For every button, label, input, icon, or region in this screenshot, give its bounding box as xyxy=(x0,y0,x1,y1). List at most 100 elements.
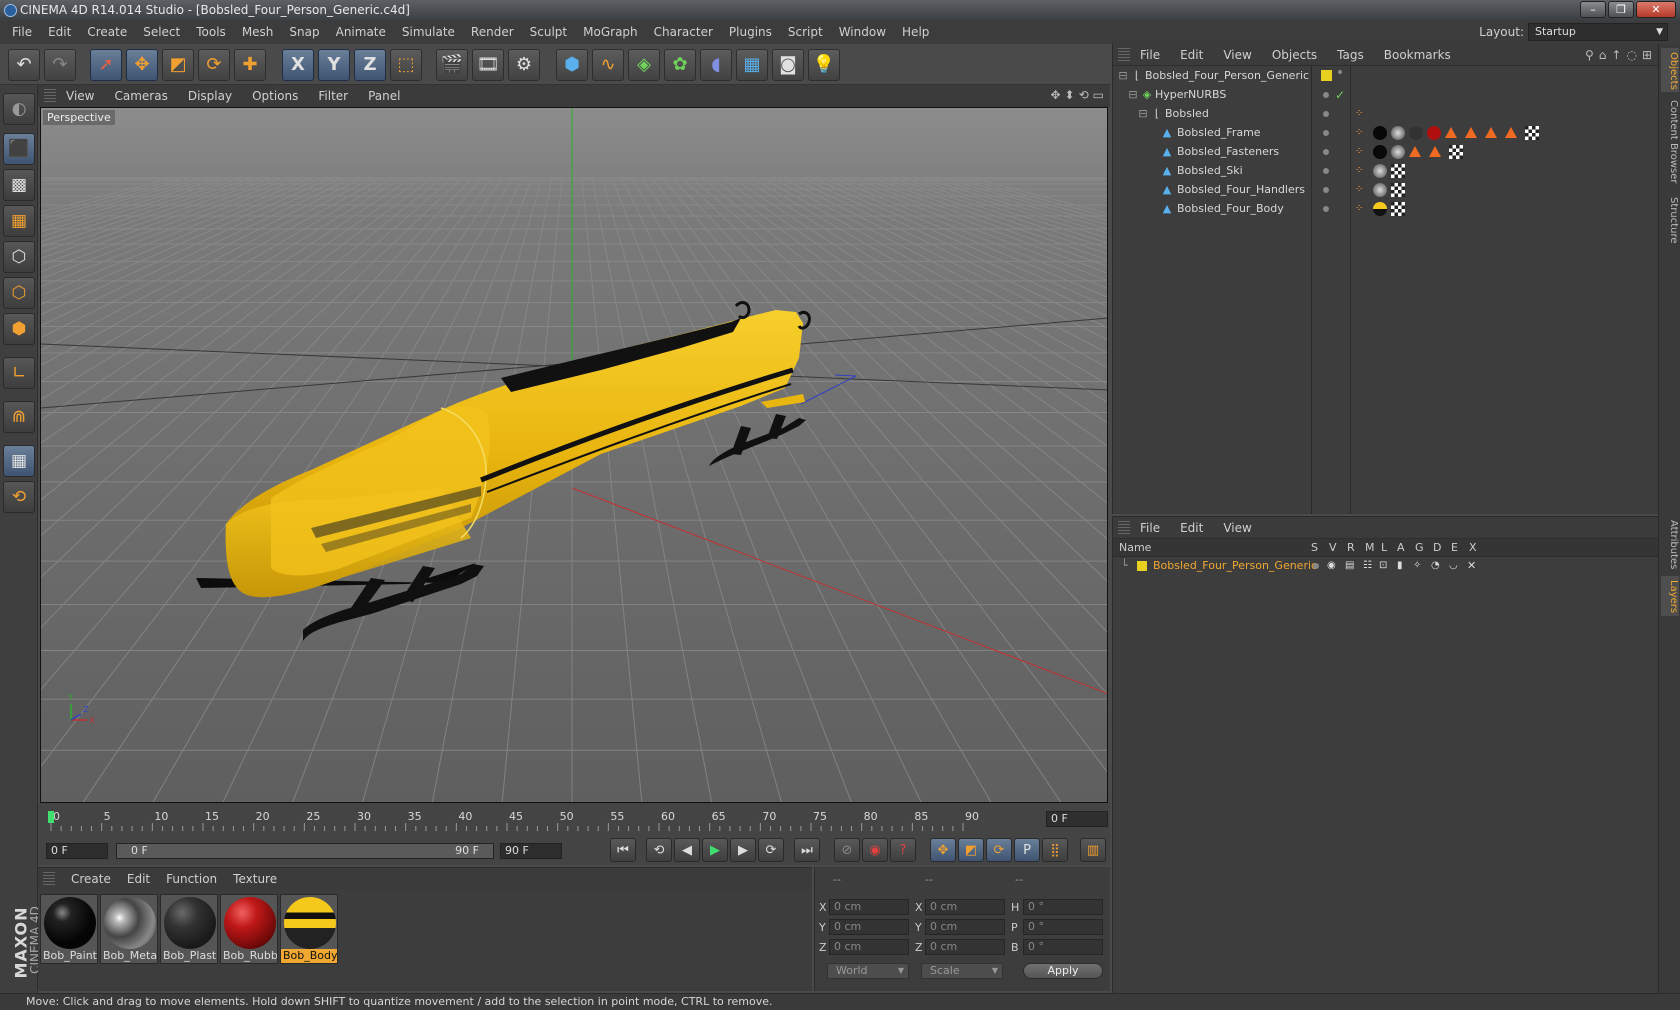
live-selection-button[interactable]: ➚ xyxy=(90,49,122,81)
coordinate-space-dropdown[interactable]: World ▼ xyxy=(827,963,909,979)
planar-workplane-button[interactable]: ⟲ xyxy=(3,481,35,513)
next-frame-button[interactable]: ▶ xyxy=(730,838,756,862)
material-swatch-bob-metal[interactable]: Bob_Metal xyxy=(100,894,158,964)
column-locked[interactable]: L xyxy=(1381,539,1387,557)
manager-tree-icon[interactable]: ☷ xyxy=(1363,557,1372,575)
viewport-menu-view[interactable]: View xyxy=(56,89,104,103)
rotation-b-field[interactable]: 0 ° xyxy=(1023,939,1103,955)
visibility-dot[interactable] xyxy=(1338,70,1342,74)
render-view-button[interactable]: 🎬 xyxy=(436,49,468,81)
viewport-menu-panel[interactable]: Panel xyxy=(358,89,410,103)
column-animation[interactable]: A xyxy=(1397,539,1405,557)
menu-window[interactable]: Window xyxy=(831,21,894,44)
view-eye-icon[interactable]: ◉ xyxy=(1327,557,1336,575)
timeline[interactable]: 0 5 10 15 20 25 30 35 40 45 50 55 60 65 70 75 80 85 90 0 F xyxy=(38,803,1110,837)
menu-mesh[interactable]: Mesh xyxy=(234,21,282,44)
visibility-dot[interactable] xyxy=(1323,206,1329,212)
perspective-viewport[interactable]: Y X Z Perspective xyxy=(40,107,1108,803)
visibility-dot[interactable] xyxy=(1323,187,1329,193)
key-scale-button[interactable]: ◩ xyxy=(958,838,984,862)
collapse-icon[interactable]: ⊟ xyxy=(1137,108,1149,120)
layers-menu-view[interactable]: View xyxy=(1213,521,1261,535)
visibility-dot[interactable] xyxy=(1323,111,1329,117)
add-array-button[interactable]: ✿ xyxy=(664,49,696,81)
keyframe-selection-button[interactable]: ? xyxy=(890,838,916,862)
uvw-tag-icon[interactable] xyxy=(1391,183,1405,197)
menu-tools[interactable]: Tools xyxy=(188,21,234,44)
material-menu-texture[interactable]: Texture xyxy=(225,872,285,886)
previous-key-button[interactable]: ⟲ xyxy=(646,838,672,862)
visibility-dot[interactable] xyxy=(1323,149,1329,155)
column-view[interactable]: V xyxy=(1329,539,1337,557)
y-axis-lock-button[interactable]: Y xyxy=(318,49,350,81)
panel-grip[interactable] xyxy=(43,872,55,886)
size-x-field[interactable]: 0 cm xyxy=(925,899,1005,915)
workplane-mode-button[interactable]: ▦ xyxy=(3,205,35,237)
add-deformer-button[interactable]: ◖ xyxy=(700,49,732,81)
menu-snap[interactable]: Snap xyxy=(281,21,327,44)
minimize-button[interactable]: – xyxy=(1580,1,1606,18)
object-row-bobsled-fasteners[interactable]: ▲ Bobsled_Fasteners ⁘ xyxy=(1113,142,1659,162)
timeline-ruler[interactable]: 0 5 10 15 20 25 30 35 40 45 50 55 60 65 70 75 80 85 90 xyxy=(48,809,1030,833)
selection-tag-icon[interactable] xyxy=(1429,146,1441,157)
material-tag-paint[interactable] xyxy=(1373,145,1387,159)
workplane-lock-button[interactable]: ▦ xyxy=(3,445,35,477)
record-active-objects-button[interactable]: ⊘ xyxy=(834,838,860,862)
viewport-menu-display[interactable]: Display xyxy=(178,89,242,103)
menu-help[interactable]: Help xyxy=(894,21,937,44)
layer-row[interactable]: └ Bobsled_Four_Person_Generic ◉ ▤ ☷ ⊡ ▮ … xyxy=(1113,557,1659,575)
material-tag-metal[interactable] xyxy=(1373,164,1387,178)
panel-grip[interactable] xyxy=(1118,520,1130,535)
texture-mode-button[interactable]: ▩ xyxy=(3,169,35,201)
snap-button[interactable]: ⋒ xyxy=(3,401,35,433)
rotate-tool-button[interactable]: ⟳ xyxy=(198,49,230,81)
apply-button[interactable]: Apply xyxy=(1023,963,1103,979)
uvw-tag-icon[interactable] xyxy=(1391,164,1405,178)
tab-attributes[interactable]: Attributes xyxy=(1661,516,1679,572)
selection-tag-icon[interactable] xyxy=(1465,127,1477,138)
points-mode-button[interactable]: ⬡ xyxy=(3,241,35,273)
visibility-dot[interactable] xyxy=(1323,92,1329,98)
toggle-view-icon[interactable]: ▭ xyxy=(1093,88,1104,102)
close-button[interactable]: ✕ xyxy=(1636,1,1676,18)
tab-layers[interactable]: Layers xyxy=(1661,576,1679,616)
rotation-p-field[interactable]: 0 ° xyxy=(1023,919,1103,935)
objects-menu-edit[interactable]: Edit xyxy=(1170,48,1213,62)
uvw-tag-icon[interactable] xyxy=(1391,202,1405,216)
move-tool-button[interactable]: ✥ xyxy=(126,49,158,81)
checkmark-icon[interactable]: ✓ xyxy=(1335,85,1345,105)
column-xref[interactable]: X xyxy=(1469,539,1477,557)
make-editable-button[interactable]: ◐ xyxy=(3,93,35,125)
animation-film-icon[interactable]: ▮ xyxy=(1397,557,1403,575)
render-clapper-icon[interactable]: ▤ xyxy=(1345,557,1354,575)
render-settings-button[interactable]: ⚙ xyxy=(508,49,540,81)
add-cube-button[interactable]: ⬢ xyxy=(556,49,588,81)
position-z-field[interactable]: 0 cm xyxy=(829,939,909,955)
uvw-tag-icon[interactable] xyxy=(1525,126,1539,140)
undo-button[interactable]: ↶ xyxy=(8,49,40,81)
selection-tag-icon[interactable] xyxy=(1445,127,1457,138)
expression-icon[interactable]: ◡ xyxy=(1449,557,1458,575)
material-tag-paint[interactable] xyxy=(1373,126,1387,140)
size-mode-dropdown[interactable]: Scale ▼ xyxy=(921,963,1003,979)
menu-render[interactable]: Render xyxy=(463,21,522,44)
layer-color-swatch[interactable] xyxy=(1137,561,1147,571)
material-tag-metal[interactable] xyxy=(1391,126,1405,140)
viewport-menu-cameras[interactable]: Cameras xyxy=(104,89,177,103)
autokeying-button[interactable]: ◉ xyxy=(862,838,888,862)
dolly-view-icon[interactable]: ⬍ xyxy=(1065,88,1075,102)
objects-menu-file[interactable]: File xyxy=(1130,48,1170,62)
phong-tag-icon[interactable]: ⁘ xyxy=(1355,142,1363,162)
objects-menu-bookmarks[interactable]: Bookmarks xyxy=(1374,48,1461,62)
orbit-view-icon[interactable]: ⟲ xyxy=(1079,88,1089,102)
go-to-end-button[interactable]: ⏭ xyxy=(794,838,820,862)
material-swatch-bob-plastic[interactable]: Bob_Plastic xyxy=(160,894,218,964)
menu-animate[interactable]: Animate xyxy=(328,21,394,44)
column-name[interactable]: Name xyxy=(1119,539,1151,557)
playhead-marker[interactable] xyxy=(48,811,54,823)
material-tag-rubber[interactable] xyxy=(1427,126,1441,140)
layer-color-swatch[interactable] xyxy=(1321,70,1332,81)
polygons-mode-button[interactable]: ⬢ xyxy=(3,313,35,345)
axis-mode-button[interactable]: ∟ xyxy=(3,357,35,389)
material-tag-body[interactable] xyxy=(1373,202,1387,216)
